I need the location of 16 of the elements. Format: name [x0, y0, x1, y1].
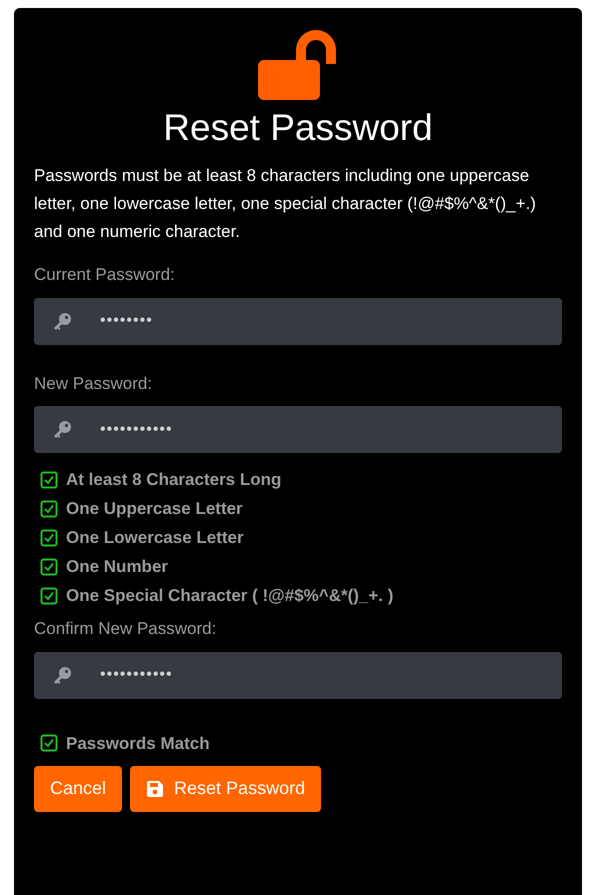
- field-label: Current Password:: [34, 264, 175, 286]
- requirement-text: Passwords Match: [66, 732, 210, 755]
- confirm-password-field[interactable]: •••••••••••: [34, 652, 562, 699]
- requirement-text: One Number: [66, 556, 168, 578]
- unlock-icon: [258, 30, 338, 100]
- field-label: New Password:: [34, 372, 152, 395]
- requirement-text: One Uppercase Letter: [66, 498, 243, 520]
- requirement-text: At least 8 Characters Long: [66, 469, 282, 492]
- new-password-field[interactable]: •••••••••••: [34, 406, 562, 454]
- current-password-field[interactable]: ••••••••: [34, 298, 562, 345]
- save-icon: [146, 780, 164, 798]
- instructions-text: Passwords must be at least 8 characters including one uppercase letter, one lowercase letter, one special character (!@#$%^&*()_+.) and one numeric character.: [34, 165, 537, 244]
- requirement-text: One Lowercase Letter: [66, 527, 244, 550]
- field-label: Confirm New Password:: [34, 618, 216, 640]
- requirement-text: One Special Character ( !@#$%^&*()_+. ): [66, 585, 394, 608]
- page-title: Reset Password: [162, 106, 434, 150]
